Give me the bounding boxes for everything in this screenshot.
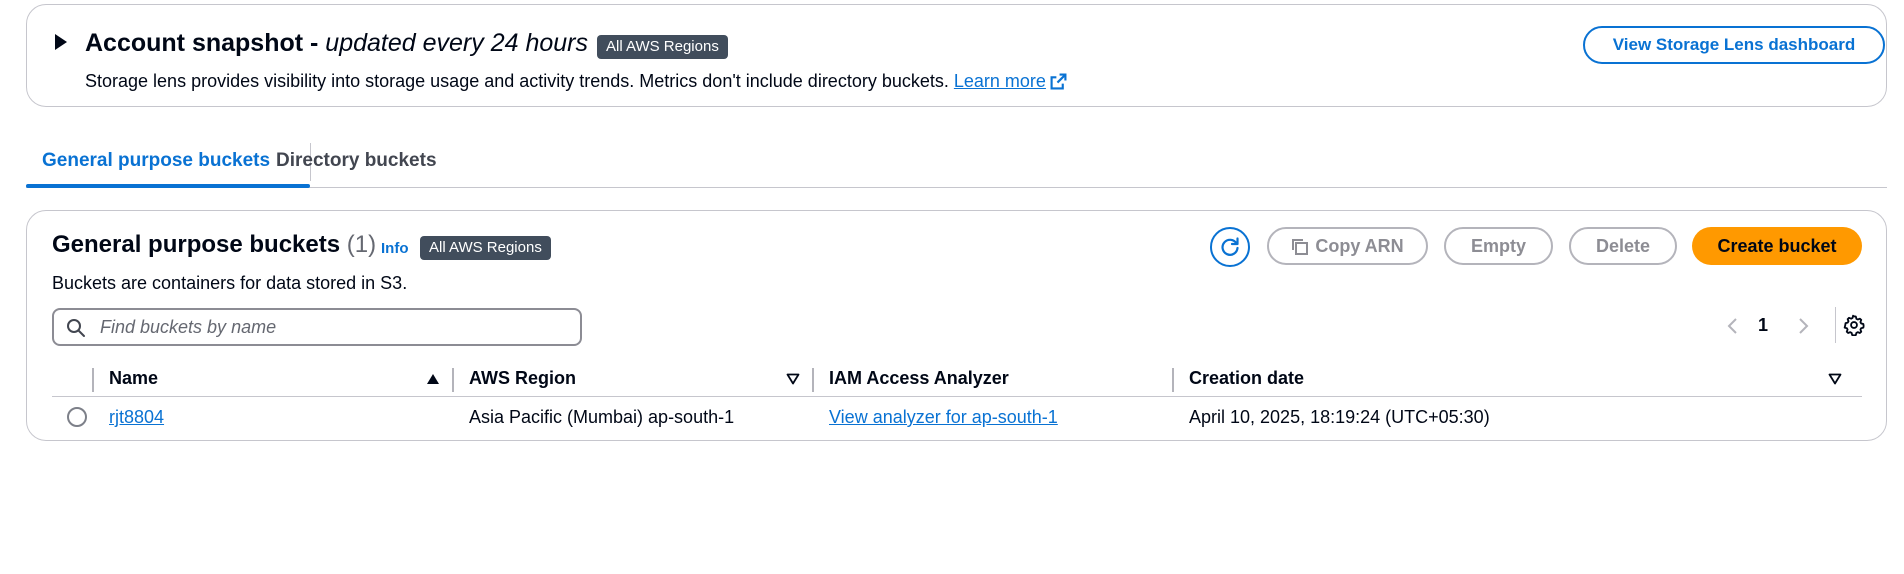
buckets-title: General purpose buckets (1) [52, 229, 376, 261]
buckets-description: Buckets are containers for data stored i… [52, 273, 408, 293]
bucket-region: Asia Pacific (Mumbai) ap-south-1 [469, 407, 735, 427]
snapshot-title-bold: Account snapshot - [85, 29, 326, 57]
buckets-count: (1) [346, 231, 377, 258]
caret-right-icon[interactable] [55, 34, 67, 50]
column-header-creation-date[interactable]: Creation date [1189, 361, 1304, 395]
empty-button[interactable]: Empty [1444, 227, 1553, 265]
column-header-region[interactable]: AWS Region [469, 361, 576, 395]
info-link[interactable]: Info [381, 240, 409, 257]
s3-buckets-page: Account snapshot - updated every 24 hour… [0, 0, 1904, 574]
copy-arn-button[interactable]: Copy ARN [1267, 227, 1428, 265]
settings-icon[interactable] [1843, 314, 1865, 341]
region-badge: All AWS Regions [597, 35, 728, 59]
region-badge: All AWS Regions [420, 236, 551, 260]
bucket-type-tabs: General purpose buckets Directory bucket… [26, 140, 1887, 188]
search-input[interactable] [98, 312, 568, 342]
chevron-right-icon[interactable] [1796, 317, 1810, 340]
buckets-title-text: General purpose buckets [52, 231, 341, 258]
delete-button[interactable]: Delete [1569, 227, 1677, 265]
bucket-name-link[interactable]: rjt8804 [109, 405, 164, 429]
search-icon [66, 318, 86, 343]
pager-divider [1835, 307, 1836, 343]
view-storage-lens-dashboard-button[interactable]: View Storage Lens dashboard [1583, 26, 1885, 64]
snapshot-title-italic: updated every 24 hours [325, 29, 588, 57]
column-header-name[interactable]: Name [109, 361, 158, 395]
tab-general-purpose-buckets[interactable]: General purpose buckets [42, 140, 270, 188]
search-box [52, 308, 582, 346]
chevron-left-icon[interactable] [1726, 317, 1740, 340]
refresh-icon [1221, 237, 1239, 256]
column-header-iam-access-analyzer: IAM Access Analyzer [829, 368, 1009, 388]
account-snapshot-title[interactable]: Account snapshot - updated every 24 hour… [85, 27, 588, 59]
sort-icon[interactable] [786, 372, 800, 390]
column-divider [452, 368, 454, 392]
sort-icon[interactable] [1828, 372, 1842, 390]
page-number[interactable]: 1 [1751, 311, 1775, 339]
snapshot-description-text: Storage lens provides visibility into st… [85, 71, 954, 91]
column-divider [92, 368, 94, 392]
bucket-creation-date: April 10, 2025, 18:19:24 (UTC+05:30) [1189, 407, 1490, 427]
general-purpose-buckets-panel: General purpose buckets (1) Info All AWS… [26, 210, 1887, 441]
row-select-radio[interactable] [67, 407, 87, 427]
table-header: Name AWS Region IAM Access Analyzer Crea… [52, 361, 1862, 397]
column-divider [1172, 368, 1174, 392]
sort-ascending-icon[interactable] [426, 372, 440, 390]
column-divider [812, 368, 814, 392]
snapshot-description: Storage lens provides visibility into st… [85, 69, 1067, 96]
tab-directory-buckets[interactable]: Directory buckets [276, 140, 437, 188]
active-tab-indicator [26, 184, 310, 188]
account-snapshot-panel: Account snapshot - updated every 24 hour… [26, 4, 1887, 107]
external-link-icon[interactable] [1050, 72, 1067, 96]
copy-icon [1291, 233, 1309, 267]
learn-more-link[interactable]: Learn more [954, 71, 1046, 91]
copy-arn-label: Copy ARN [1315, 236, 1404, 256]
view-analyzer-link[interactable]: View analyzer for ap-south-1 [829, 405, 1058, 429]
table-row: rjt8804 Asia Pacific (Mumbai) ap-south-1… [52, 397, 1862, 437]
create-bucket-button[interactable]: Create bucket [1692, 227, 1862, 265]
refresh-button[interactable] [1210, 227, 1250, 267]
